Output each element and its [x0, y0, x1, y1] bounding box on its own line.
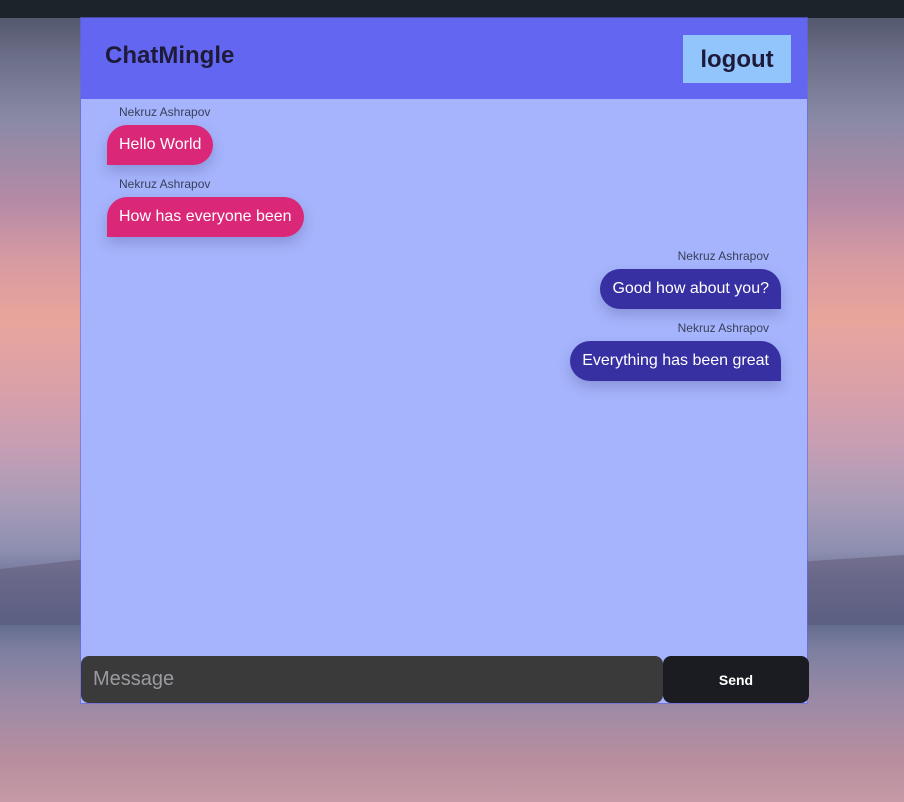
message-bubble: Good how about you?	[600, 269, 781, 309]
message-sender: Nekruz Ashrapov	[677, 321, 769, 335]
message-composer: Send	[81, 656, 809, 704]
message-bubble: Hello World	[107, 125, 214, 165]
message-item: Nekruz Ashrapov Good how about you?	[600, 249, 781, 309]
message-input[interactable]	[81, 656, 663, 703]
message-sender: Nekruz Ashrapov	[119, 105, 211, 119]
send-button[interactable]: Send	[663, 656, 809, 703]
message-list: Nekruz Ashrapov Hello World Nekruz Ashra…	[81, 99, 807, 655]
app-title: ChatMingle	[105, 42, 235, 69]
message-item: Nekruz Ashrapov How has everyone been	[107, 177, 304, 237]
message-bubble: How has everyone been	[107, 197, 304, 237]
logout-button[interactable]: logout	[683, 35, 791, 83]
chat-header: ChatMingle logout	[81, 18, 807, 99]
message-item: Nekruz Ashrapov Hello World	[107, 105, 214, 165]
browser-top-bar	[0, 0, 904, 18]
message-bubble: Everything has been great	[570, 341, 781, 381]
message-sender: Nekruz Ashrapov	[677, 249, 769, 263]
chat-window: ChatMingle logout Nekruz Ashrapov Hello …	[81, 18, 809, 704]
message-item: Nekruz Ashrapov Everything has been grea…	[570, 321, 781, 381]
message-sender: Nekruz Ashrapov	[119, 177, 211, 191]
